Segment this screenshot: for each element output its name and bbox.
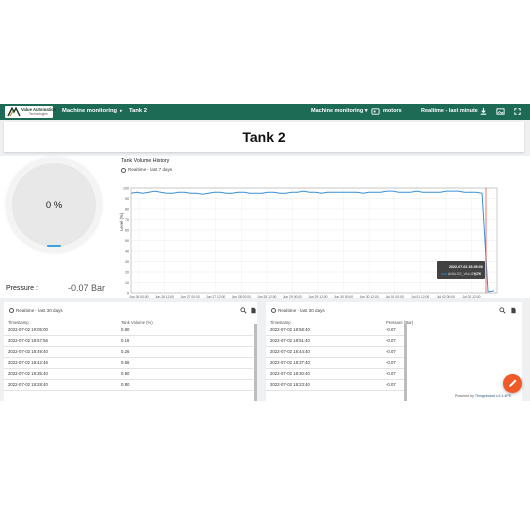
- entity-alias-button[interactable]: motors: [383, 108, 402, 114]
- x-tick-label: Jun 29 00:00: [283, 295, 302, 298]
- cell-value: -0.07: [386, 360, 396, 365]
- clock-icon: [9, 308, 14, 313]
- cell-value: 0.26: [121, 349, 130, 354]
- x-tick-label: Jun 28 12:00: [257, 295, 276, 298]
- cell-value: 0.66: [121, 360, 130, 365]
- cell-timestamp: 2022-07-02 18:35:40: [8, 371, 48, 376]
- breadcrumb-separator-icon: ▸: [120, 108, 123, 114]
- table-scrollbar[interactable]: [404, 324, 407, 401]
- pressure-value: -0.07 Bar: [68, 283, 106, 293]
- cell-timestamp: 2022-07-02 18:57:56: [8, 338, 48, 343]
- cell-timestamp: 2022-07-02 18:30:40: [270, 371, 310, 376]
- cell-timestamp: 2022-07-02 18:28:40: [8, 382, 48, 387]
- company-logo[interactable]: Value Automation Technologies: [5, 106, 56, 118]
- export-file-icon[interactable]: [250, 307, 257, 314]
- cell-value: 0.80: [121, 327, 130, 332]
- y-tick-label: 40: [125, 249, 129, 253]
- powered-by: Powered by Thingsboard v.3.3.4PE: [455, 394, 511, 398]
- chart-tooltip: 2022-07-02 15:45:00 ANALOG_VALUE_0 0.76: [437, 261, 485, 279]
- table-scrollbar[interactable]: [254, 324, 257, 401]
- tank-level-gauge-widget: 0 % Pressure : -0.07 Bar: [0, 156, 117, 298]
- pencil-icon: [509, 379, 517, 387]
- search-icon[interactable]: [240, 307, 247, 314]
- powered-by-prefix: Powered by: [455, 394, 474, 398]
- y-tick-label: 30: [125, 260, 129, 264]
- y-tick-label: 50: [125, 239, 129, 243]
- dashboard-app: Value Automation Technologies Machine mo…: [0, 104, 530, 401]
- table-row[interactable]: 2022-07-02 18:28:40 0.80: [4, 379, 253, 391]
- x-tick-label: Jul 02 12:00: [462, 295, 480, 298]
- cell-value: 0.80: [121, 382, 130, 387]
- edit-fab-button[interactable]: [503, 374, 522, 393]
- cell-value: -0.07: [386, 371, 396, 376]
- x-tick-label: Jun 28 00:00: [232, 295, 251, 298]
- breadcrumb-current: Tank 2: [129, 108, 147, 114]
- y-tick-label: 70: [125, 218, 129, 222]
- y-axis-label: Level (%): [119, 212, 124, 231]
- fullscreen-icon[interactable]: [513, 107, 522, 116]
- cell-timestamp: 2022-07-02 18:49:40: [8, 349, 48, 354]
- cell-value: -0.07: [386, 338, 396, 343]
- table-row[interactable]: 2022-07-02 18:23:40 -0.07: [266, 379, 404, 391]
- cell-timestamp: 2022-07-02 18:58:40: [270, 327, 310, 332]
- x-tick-label: Jun 30 00:00: [334, 295, 353, 298]
- export-file-icon[interactable]: [510, 307, 517, 314]
- y-tick-label: 10: [125, 281, 129, 285]
- x-tick-label: Jun 26 12:00: [155, 295, 174, 298]
- logo-mark-icon: [7, 107, 21, 117]
- cell-value: 0.16: [121, 338, 130, 343]
- logo-subtext: Technologies: [29, 112, 48, 116]
- dashboard-title: Tank 2: [242, 129, 286, 145]
- cell-timestamp: 2022-07-02 18:44:40: [270, 349, 310, 354]
- pressure-label: Pressure :: [6, 285, 38, 292]
- x-tick-label: Jun 29 12:00: [308, 295, 327, 298]
- top-toolbar: Value Automation Technologies Machine mo…: [0, 104, 530, 120]
- x-tick-label: Jul 01 00:00: [386, 295, 404, 298]
- y-tick-label: 100: [123, 186, 129, 190]
- search-icon[interactable]: [499, 307, 506, 314]
- cell-value: 0.90: [121, 371, 130, 376]
- cell-value: -0.07: [386, 327, 396, 332]
- x-tick-label: Jul 02 00:00: [437, 295, 455, 298]
- cell-timestamp: 2022-07-02 19:05:00: [8, 327, 48, 332]
- gauge-value: 0 %: [45, 200, 63, 211]
- y-tick-label: 80: [125, 207, 129, 211]
- powered-by-link[interactable]: Thingsboard v.3.3.4PE: [475, 394, 511, 398]
- gauge-level-fill: [47, 245, 61, 247]
- table-timewindow[interactable]: Realtime - last 30 days: [16, 308, 63, 313]
- x-tick-label: Jun 30 12:00: [360, 295, 379, 298]
- clock-icon: [271, 308, 276, 313]
- cell-timestamp: 2022-07-02 18:42:46: [8, 360, 48, 365]
- x-tick-label: Jun 27 12:00: [206, 295, 225, 298]
- image-export-icon[interactable]: [496, 107, 505, 116]
- timewindow-button[interactable]: Realtime - last minute: [421, 108, 478, 114]
- breadcrumb-parent[interactable]: Machine monitoring: [62, 108, 117, 114]
- pressure-table-widget: Realtime - last 30 days Timestamp Pressu…: [266, 302, 522, 401]
- cell-timestamp: 2022-07-02 18:51:40: [270, 338, 310, 343]
- tank-volume-chart-widget: Tank Volume History Realtime - last 7 da…: [117, 156, 530, 298]
- cell-value: -0.07: [386, 349, 396, 354]
- tooltip-time: 2022-07-02 15:45:00: [449, 265, 483, 269]
- dashboard-state-select[interactable]: Machine monitoring ▾: [311, 108, 368, 114]
- clock-icon: [121, 168, 126, 173]
- cell-value: -0.07: [386, 382, 396, 387]
- x-tick-label: Jul 01 12:00: [411, 295, 429, 298]
- tooltip-value: 0.76: [474, 272, 481, 276]
- entity-icon[interactable]: [371, 107, 380, 116]
- title-widget: Tank 2: [4, 122, 524, 152]
- chart-timewindow[interactable]: Realtime - last 7 days: [128, 167, 172, 172]
- tank-volume-table-widget: Realtime - last 30 days Timestamp Tank V…: [4, 302, 257, 401]
- y-tick-label: 60: [125, 228, 129, 232]
- table-timewindow[interactable]: Realtime - last 30 days: [278, 308, 325, 313]
- chart-title: Tank Volume History: [121, 158, 170, 164]
- cell-timestamp: 2022-07-02 18:23:40: [270, 382, 310, 387]
- cell-timestamp: 2022-07-02 18:37:40: [270, 360, 310, 365]
- download-icon[interactable]: [479, 107, 488, 116]
- tables-row: Realtime - last 30 days Timestamp Tank V…: [0, 302, 530, 401]
- x-tick-label: Jun 26 00:00: [129, 295, 148, 298]
- y-tick-label: 90: [125, 197, 129, 201]
- y-tick-label: 20: [125, 270, 129, 274]
- chart-plot[interactable]: 0102030405060708090100 Jun 26 00:00 Jun 2…: [117, 176, 530, 298]
- x-tick-label: Jun 27 00:00: [181, 295, 200, 298]
